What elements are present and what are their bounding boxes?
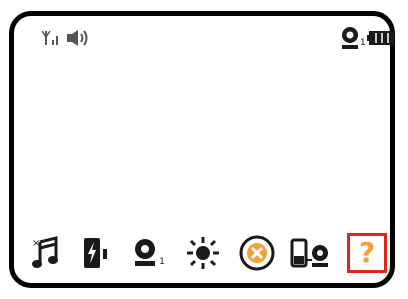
help-button[interactable]: ? xyxy=(347,233,387,273)
webcam-button[interactable]: 1 xyxy=(129,233,169,273)
cancel-circle-icon[interactable] xyxy=(237,233,277,273)
brightness-sun-icon[interactable] xyxy=(183,233,223,273)
help-icon: ? xyxy=(358,236,376,269)
webcam-index: 1 xyxy=(159,257,165,267)
phone-webcam-link-icon[interactable] xyxy=(290,233,330,273)
speaker-volume-icon xyxy=(66,29,92,51)
status-bar: 1 xyxy=(14,16,394,66)
battery-charging-icon[interactable] xyxy=(76,233,116,273)
icon-bar: × 1 ? xyxy=(14,227,390,283)
status-webcam-icon xyxy=(340,26,362,54)
status-webcam-index: 1 xyxy=(360,38,366,48)
music-note-icon[interactable]: × xyxy=(26,233,66,273)
battery-icon xyxy=(367,30,395,50)
signal-antenna-icon xyxy=(41,30,62,50)
device-screen: 1 × 1 ? xyxy=(9,11,395,288)
